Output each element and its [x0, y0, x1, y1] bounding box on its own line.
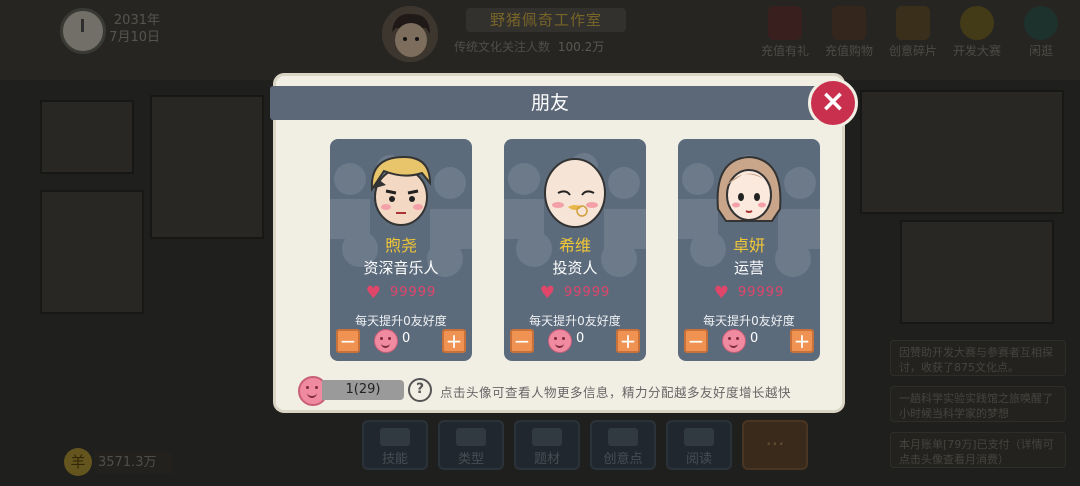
friend-card[interactable]: 希维 投资人 ♥ 99999 每天提升0友好度 − 0 +	[504, 139, 646, 361]
friend-card[interactable]: 卓妍 运营 ♥ 99999 每天提升0友好度 − 0 +	[678, 139, 820, 361]
allocated-energy: 0	[750, 331, 759, 346]
heart-icon: ♥	[713, 283, 730, 303]
energy-smile-icon	[374, 329, 398, 353]
decrease-button[interactable]: −	[336, 329, 360, 353]
energy-stepper: − 0 +	[684, 329, 814, 353]
friend-role: 资深音乐人	[363, 259, 439, 277]
affection-value: 99999	[737, 285, 785, 300]
allocated-energy: 0	[576, 331, 585, 346]
heart-icon: ♥	[539, 283, 556, 303]
increase-button[interactable]: +	[616, 329, 640, 353]
avatar-portrait[interactable]	[712, 149, 786, 231]
energy-remaining: 1(29)	[322, 380, 404, 400]
allocated-energy: 0	[402, 331, 411, 346]
friend-name: 希维	[558, 236, 591, 255]
friend-affection: ♥ 99999	[330, 283, 472, 303]
daily-increase: 每天提升0友好度	[703, 314, 795, 328]
increase-button[interactable]: +	[442, 329, 466, 353]
friend-name: 卓妍	[732, 236, 765, 255]
heart-icon: ♥	[365, 283, 382, 303]
close-button[interactable]: ×	[808, 78, 858, 128]
daily-increase: 每天提升0友好度	[529, 314, 621, 328]
friend-role: 投资人	[552, 259, 598, 277]
energy-smile-icon	[548, 329, 572, 353]
friend-card[interactable]: 煦尧 资深音乐人 ♥ 99999 每天提升0友好度 − 0 +	[330, 139, 472, 361]
affection-value: 99999	[563, 285, 611, 300]
friend-affection: ♥ 99999	[504, 283, 646, 303]
hint-text: 点击头像可查看人物更多信息，精力分配越多友好度增长越快	[440, 385, 792, 400]
avatar-portrait[interactable]	[538, 149, 612, 231]
friend-role: 运营	[733, 259, 764, 277]
friends-dialog: 朋友 × 煦尧 资深音乐人 ♥ 99999 每天提升0友好度 − 0 + 希维 …	[270, 76, 858, 410]
help-icon[interactable]: ?	[408, 378, 432, 402]
decrease-button[interactable]: −	[510, 329, 534, 353]
affection-value: 99999	[389, 285, 437, 300]
friend-name: 煦尧	[384, 236, 417, 255]
friend-affection: ♥ 99999	[678, 283, 820, 303]
dialog-title: 朋友	[270, 86, 830, 120]
avatar-portrait[interactable]	[364, 149, 438, 231]
energy-stepper: − 0 +	[510, 329, 640, 353]
increase-button[interactable]: +	[790, 329, 814, 353]
daily-increase: 每天提升0友好度	[355, 314, 447, 328]
decrease-button[interactable]: −	[684, 329, 708, 353]
energy-stepper: − 0 +	[336, 329, 466, 353]
energy-smile-icon	[722, 329, 746, 353]
